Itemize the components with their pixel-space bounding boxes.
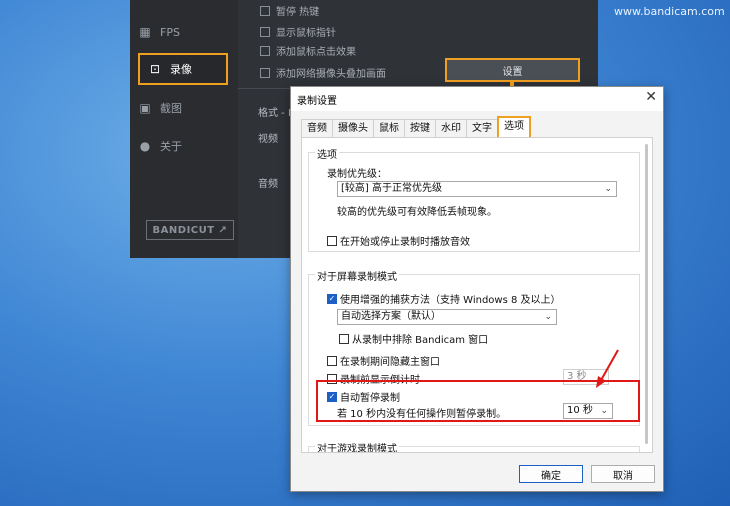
checkbox-icon <box>339 333 349 344</box>
group-title: 对于游戏录制模式 <box>315 440 399 452</box>
hide-window-checkbox[interactable]: 在录制期间隐藏主窗口 <box>327 353 440 368</box>
priority-select[interactable]: [较高] 高于正常优先级 ⌄ <box>337 181 617 197</box>
tab-watermark[interactable]: 水印 <box>435 119 467 138</box>
capture-method-select[interactable]: 自动选择方案（默认） ⌄ <box>337 309 557 325</box>
audio-label: 音频 <box>258 179 278 190</box>
exclude-window-checkbox[interactable]: 从录制中排除 Bandicam 窗口 <box>339 331 488 346</box>
bg-checkbox-pause[interactable]: 暂停 热键 <box>260 3 319 18</box>
ok-button[interactable]: 确定 <box>519 465 583 483</box>
tab-webcam[interactable]: 摄像头 <box>332 119 374 138</box>
video-icon: ⊡ <box>149 62 161 76</box>
tab-audio[interactable]: 音频 <box>301 119 333 138</box>
chevron-down-icon: ⌄ <box>604 184 612 194</box>
priority-note: 较高的优先级可有效降低丢帧现象。 <box>337 207 497 218</box>
checkbox-icon <box>327 235 337 246</box>
priority-label: 录制优先级： <box>327 169 387 180</box>
sidebar-item-video[interactable]: ⊡ 录像 <box>138 53 228 85</box>
sidebar-item-label: FPS <box>160 25 180 39</box>
bg-checkbox-cursor[interactable]: 显示鼠标指针 <box>260 24 336 39</box>
recording-settings-dialog: 录制设置 ✕ 音频 摄像头 鼠标 按键 水印 文字 选项 选项 录制优先级： [… <box>290 86 664 492</box>
sidebar: ▦ FPS ⊡ 录像 ▣ 截图 ● 关于 BANDICUT ↗ <box>130 0 238 258</box>
chevron-down-icon: ⌄ <box>544 312 552 322</box>
fps-icon: ▦ <box>139 25 151 39</box>
enhanced-capture-checkbox[interactable]: ✓ 使用增强的捕获方法（支持 Windows 8 及以上） <box>327 291 561 306</box>
bg-checkbox-webcam[interactable]: 添加网络摄像头叠加画面 <box>260 65 386 80</box>
bandicut-button[interactable]: BANDICUT ↗ <box>146 220 234 240</box>
settings-button[interactable]: 设置 <box>445 58 580 82</box>
check-icon: ✓ <box>327 293 337 304</box>
sidebar-item-image[interactable]: ▣ 截图 <box>138 96 230 120</box>
tab-bar: 音频 摄像头 鼠标 按键 水印 文字 选项 <box>301 116 531 141</box>
sidebar-item-label: 关于 <box>160 140 182 153</box>
scrollbar[interactable] <box>645 144 648 444</box>
options-pane: 选项 录制优先级： [较高] 高于正常优先级 ⌄ 较高的优先级可有效降低丢帧现象… <box>301 137 653 453</box>
info-icon: ● <box>139 139 151 153</box>
dialog-title: 录制设置 <box>297 96 337 107</box>
sidebar-item-label: 截图 <box>160 102 182 115</box>
options-group: 选项 录制优先级： [较高] 高于正常优先级 ⌄ 较高的优先级可有效降低丢帧现象… <box>308 146 640 252</box>
group-title: 选项 <box>315 146 339 161</box>
sidebar-item-fps[interactable]: ▦ FPS <box>138 20 230 44</box>
tab-text[interactable]: 文字 <box>466 119 498 138</box>
bg-checkbox-click[interactable]: 添加鼠标点击效果 <box>260 43 356 58</box>
sidebar-item-about[interactable]: ● 关于 <box>138 134 230 158</box>
video-label: 视频 <box>258 134 278 145</box>
game-mode-group: 对于游戏录制模式 <box>308 440 640 452</box>
titlebar: 录制设置 ✕ <box>291 87 663 111</box>
tab-keys[interactable]: 按键 <box>404 119 436 138</box>
image-icon: ▣ <box>139 101 151 115</box>
group-title: 对于屏幕录制模式 <box>315 268 399 283</box>
sidebar-item-label: 录像 <box>170 63 192 76</box>
play-sound-checkbox[interactable]: 在开始或停止录制时播放音效 <box>327 233 470 248</box>
cancel-button[interactable]: 取消 <box>591 465 655 483</box>
red-arrow <box>596 349 619 388</box>
tab-mouse[interactable]: 鼠标 <box>373 119 405 138</box>
checkbox-icon <box>327 355 337 366</box>
watermark: www.bandicam.com <box>614 5 725 18</box>
close-icon[interactable]: ✕ <box>645 89 657 105</box>
